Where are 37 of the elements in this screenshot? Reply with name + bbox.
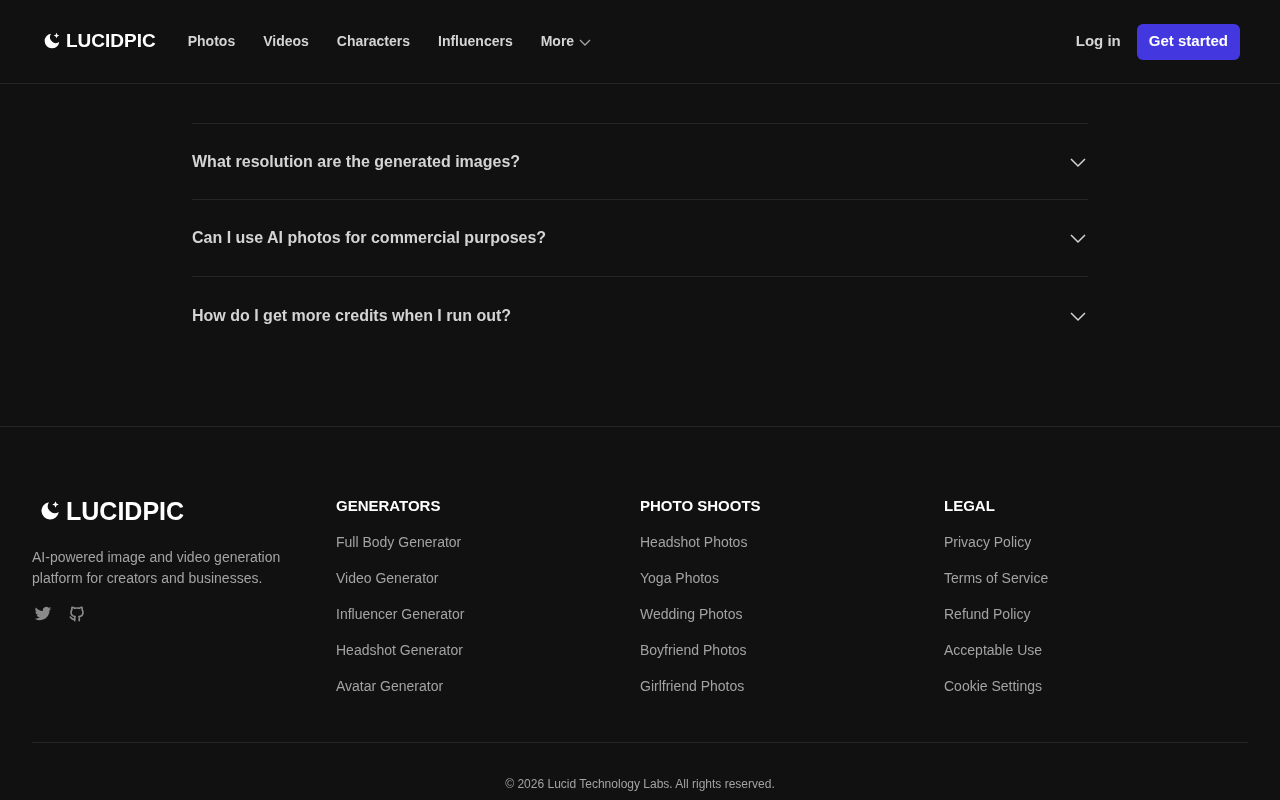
logo-link[interactable]: LUCIDPIC	[40, 27, 156, 56]
column-heading: GENERATORS	[336, 496, 442, 516]
footer-link[interactable]: Girlfriend Photos	[640, 675, 944, 697]
nav-link[interactable]: Photos	[187, 31, 236, 52]
footer-link[interactable]: Refund Policy	[944, 603, 1248, 625]
column-heading: PHOTO SHOOTS	[640, 496, 762, 516]
footer-link[interactable]: Privacy Policy	[944, 531, 1248, 553]
copyright: © 2026 Lucid Technology Labs. All rights reserved.	[504, 776, 776, 793]
faq-question: How do I get more credits when I run out?	[192, 305, 512, 326]
nav-link[interactable]: More	[540, 31, 593, 52]
get-started-button[interactable]: Get started	[1136, 23, 1240, 60]
tagline: AI-powered image and video generation platform for creators and businesses.	[32, 547, 282, 588]
nav-link[interactable]: Videos	[263, 31, 309, 52]
footer-link[interactable]: Wedding Photos	[640, 603, 944, 625]
faq-item[interactable]: Can I use AI photos for commercial purposes?	[192, 200, 1088, 277]
footer-link[interactable]: Avatar Generator	[336, 675, 640, 697]
footer-link[interactable]: Headshot Photos	[640, 531, 944, 553]
footer-link[interactable]: Boyfriend Photos	[640, 639, 944, 661]
footer-link[interactable]: Full Body Generator	[336, 531, 640, 553]
footer-link[interactable]: Video Generator	[336, 567, 640, 589]
footer-link[interactable]: Terms of Service	[944, 567, 1248, 589]
github-icon[interactable]	[68, 604, 86, 623]
faq-item[interactable]: How do I get more credits when I run out?	[192, 277, 1088, 354]
footer-link[interactable]: Headshot Generator	[336, 639, 640, 661]
footer-link[interactable]: Yoga Photos	[640, 567, 944, 589]
footer-link[interactable]: Cookie Settings	[944, 675, 1248, 697]
login-link[interactable]: Log in	[1075, 30, 1121, 53]
twitter-icon[interactable]	[34, 604, 52, 623]
column-heading: LEGAL	[944, 496, 996, 516]
faq-question: Can I use AI photos for commercial purposes?	[192, 228, 547, 248]
nav-link[interactable]: Influencers	[438, 31, 513, 52]
nav-link[interactable]: Characters	[336, 31, 410, 52]
faq-item[interactable]: What resolution are the generated images?	[192, 123, 1088, 200]
faq-question: What resolution are the generated images?	[192, 151, 521, 172]
footer-logo: LUCIDPIC	[36, 493, 336, 531]
footer-link[interactable]: Influencer Generator	[336, 603, 640, 625]
footer-link[interactable]: Acceptable Use	[944, 639, 1248, 661]
